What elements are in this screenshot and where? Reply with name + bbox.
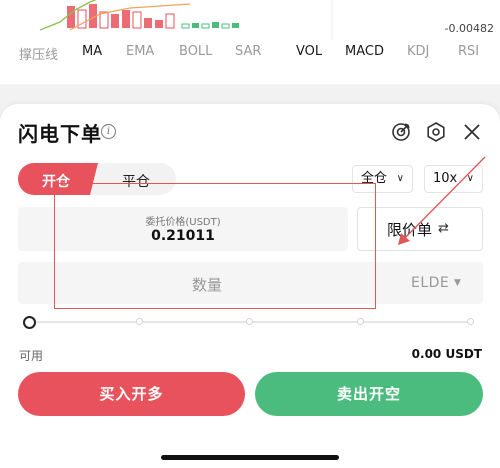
volume-bars <box>39 0 333 40</box>
slider-tick[interactable] <box>357 318 364 325</box>
chart-axis-value: -0.00482 <box>444 22 494 35</box>
annotation-arrow <box>398 156 486 245</box>
panel-title: 闪电下单 <box>18 122 102 146</box>
indicator-tab-vol[interactable]: VOL <box>296 44 322 59</box>
slider-tick[interactable] <box>467 318 474 325</box>
indicator-tab-rsi[interactable]: RSI <box>458 44 479 59</box>
indicator-tab-kdj[interactable]: KDJ <box>407 44 429 59</box>
volume-bar-group <box>67 4 239 29</box>
indicator-tab-macd[interactable]: MACD <box>345 44 384 59</box>
quantity-slider-handle[interactable] <box>23 316 36 329</box>
slider-tick[interactable] <box>246 318 253 325</box>
target-icon[interactable] <box>390 121 412 143</box>
close-icon[interactable] <box>461 121 483 143</box>
indicator-tab-ema[interactable]: EMA <box>126 44 154 59</box>
available-value: 0.00 USDT <box>411 347 482 361</box>
info-icon[interactable]: i <box>101 124 116 139</box>
quantity-unit-select[interactable]: ELDE <box>411 275 449 291</box>
settings-icon[interactable] <box>425 121 447 143</box>
indicator-tab-support-resistance[interactable]: 撑压线 <box>19 44 58 63</box>
sell-short-button[interactable]: 卖出开空 <box>255 372 483 416</box>
indicator-tab-ma[interactable]: MA <box>82 44 102 59</box>
caret-down-icon[interactable]: ▼ <box>454 278 461 288</box>
indicator-tab-boll[interactable]: BOLL <box>179 44 212 59</box>
home-indicator <box>161 455 339 460</box>
slider-tick[interactable] <box>136 318 143 325</box>
available-label: 可用 <box>19 349 44 363</box>
indicator-tabs: 撑压线 MA EMA BOLL SAR VOL MACD KDJ RSI <box>0 40 500 66</box>
annotation-highlight-box <box>54 183 376 309</box>
buy-long-button[interactable]: 买入开多 <box>18 372 245 416</box>
kline-chart-strip: -0.00482 <box>0 0 500 40</box>
indicator-tab-sar[interactable]: SAR <box>235 44 261 59</box>
